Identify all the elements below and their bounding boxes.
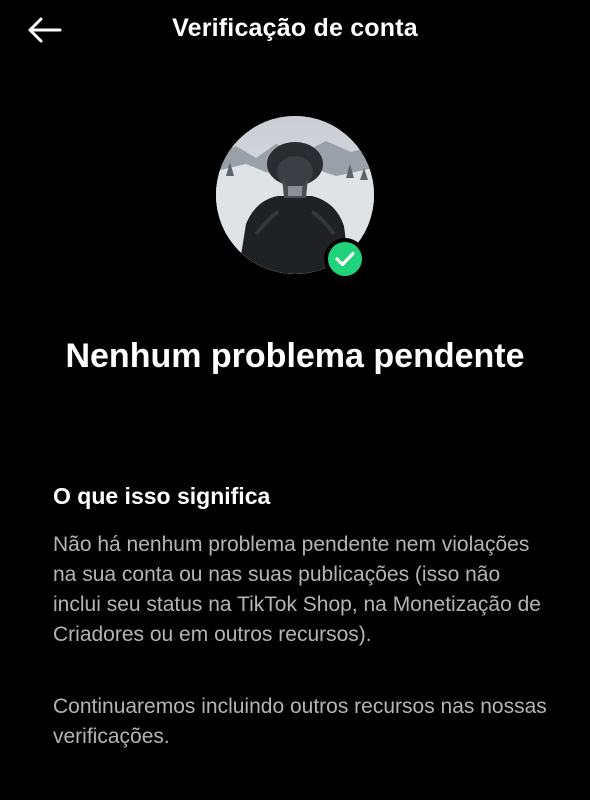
info-heading: O que isso significa <box>53 483 271 509</box>
status-title: Nenhum problema pendente <box>65 337 525 375</box>
page-title: Verificação de conta <box>172 14 418 42</box>
check-circle-icon <box>328 242 362 276</box>
verified-badge <box>324 238 366 280</box>
info-paragraph-2: Continuaremos incluindo outros recursos … <box>53 695 547 748</box>
top-bar: Verificação de conta <box>0 0 590 60</box>
info-paragraph-1: Não há nenhum problema pendente nem viol… <box>53 533 541 646</box>
